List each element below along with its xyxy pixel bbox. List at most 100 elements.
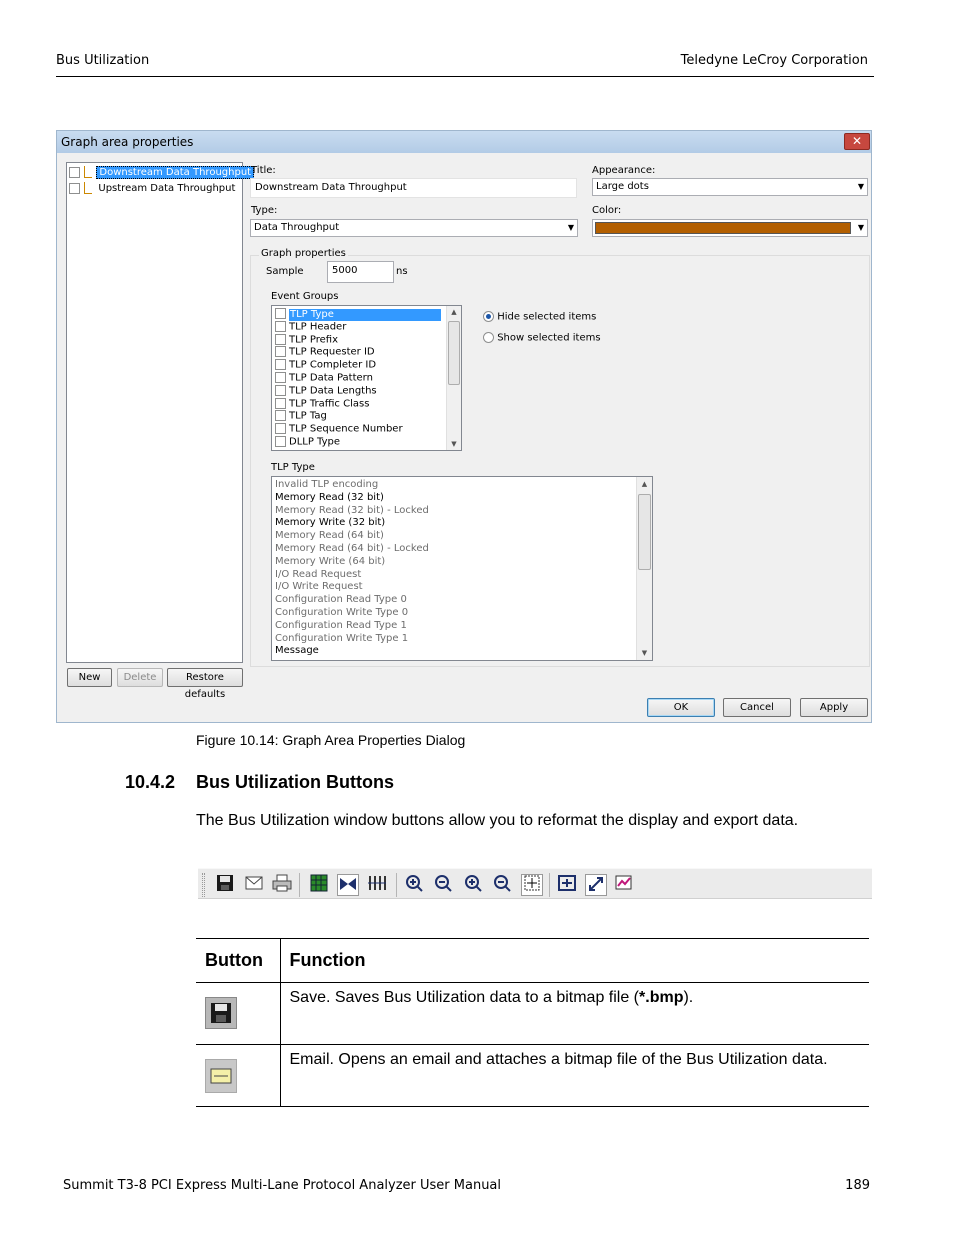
zoom-in-vertical-icon[interactable] (461, 874, 483, 896)
tlp-type-item[interactable]: Configuration Read Type 1 (272, 620, 652, 633)
radio-icon[interactable] (483, 332, 494, 343)
event-group-item[interactable]: DLLP Type (272, 435, 444, 449)
tlp-type-item[interactable]: Memory Read (32 bit) (272, 492, 652, 505)
restore-defaults-button[interactable]: Restore defaults (167, 668, 243, 700)
event-group-item[interactable]: TLP Header (272, 320, 444, 334)
title-input[interactable]: Downstream Data Throughput (250, 178, 577, 198)
tlp-type-item[interactable]: Configuration Write Type 0 (272, 607, 652, 620)
event-group-label: TLP Traffic Class (289, 398, 370, 410)
table-cell-icon (196, 982, 281, 1045)
chevron-down-icon: ▼ (857, 182, 864, 191)
event-group-item[interactable]: TLP Data Lengths (272, 384, 444, 398)
zoom-out-vertical-icon[interactable] (490, 874, 512, 896)
tlp-type-item[interactable]: Invalid TLP encoding (272, 479, 652, 492)
tlp-type-item[interactable]: I/O Read Request (272, 569, 652, 582)
scroll-up-icon[interactable]: ▲ (447, 308, 461, 316)
sample-label: Sample (266, 266, 304, 277)
event-group-checkbox[interactable] (275, 371, 286, 383)
event-group-checkbox[interactable] (275, 320, 286, 332)
expand-icon[interactable] (585, 874, 607, 896)
sample-unit: ns (396, 266, 408, 277)
scroll-down-icon[interactable]: ▼ (447, 440, 461, 448)
cancel-button[interactable]: Cancel (723, 698, 791, 717)
event-group-checkbox[interactable] (275, 346, 286, 358)
graph-list-item[interactable]: Downstream Data Throughput (69, 166, 255, 179)
hide-selected-option[interactable]: Hide selected items (483, 311, 596, 323)
show-selected-option[interactable]: Show selected items (483, 332, 601, 344)
tlp-type-label: TLP Type (271, 462, 315, 473)
scroll-up-icon[interactable]: ▲ (637, 480, 652, 488)
toolbar-separator (549, 873, 550, 897)
radio-selected-icon[interactable] (483, 311, 494, 322)
ok-button[interactable]: OK (647, 698, 715, 717)
type-select[interactable]: Data Throughput ▼ (250, 219, 578, 237)
scroll-thumb[interactable] (448, 321, 460, 385)
tlp-type-item[interactable]: Configuration Write Type 1 (272, 633, 652, 646)
columns-icon[interactable] (366, 874, 388, 896)
fit-icon[interactable] (556, 874, 578, 896)
event-group-checkbox[interactable] (275, 410, 286, 422)
tlp-type-item[interactable]: I/O Write Request (272, 581, 652, 594)
event-groups-scrollbar[interactable]: ▲ ▼ (446, 306, 461, 450)
tlp-type-list: Invalid TLP encoding Memory Read (32 bit)… (271, 476, 653, 661)
graph-list-item[interactable]: Upstream Data Throughput (69, 182, 237, 194)
event-group-item[interactable]: TLP Traffic Class (272, 397, 444, 411)
footer-manual-title: Summit T3-8 PCI Express Multi-Lane Proto… (63, 1178, 502, 1193)
event-group-checkbox[interactable] (275, 397, 286, 409)
print-icon[interactable] (271, 874, 293, 896)
bowtie-icon[interactable] (337, 874, 359, 896)
graph-properties-icon[interactable] (614, 874, 636, 896)
crosshair-icon[interactable] (521, 874, 543, 896)
event-group-item[interactable]: TLP Type (272, 308, 444, 322)
scroll-down-icon[interactable]: ▼ (637, 649, 652, 657)
close-icon[interactable]: ✕ (844, 133, 870, 150)
event-group-checkbox[interactable] (275, 423, 286, 435)
column-header-button: Button (196, 938, 281, 983)
save-icon[interactable] (214, 874, 236, 896)
tlp-type-item[interactable]: Memory Write (32 bit) (272, 517, 652, 530)
event-group-label: TLP Requester ID (289, 346, 375, 358)
graph-checkbox[interactable] (69, 182, 80, 194)
event-group-item[interactable]: TLP Prefix (272, 333, 444, 347)
tlp-type-item[interactable]: Configuration Read Type 0 (272, 594, 652, 607)
tlp-type-scrollbar[interactable]: ▲ ▼ (636, 477, 652, 660)
column-header-function: Function (280, 938, 869, 983)
event-group-checkbox[interactable] (275, 435, 286, 447)
event-group-item[interactable]: TLP Sequence Number (272, 423, 444, 436)
color-label: Color: (592, 205, 622, 216)
grid-icon[interactable] (308, 874, 330, 896)
event-group-item[interactable]: TLP Data Pattern (272, 371, 444, 385)
event-group-label: TLP Completer ID (289, 359, 377, 371)
email-icon[interactable] (243, 874, 265, 896)
tlp-type-item[interactable]: Message (272, 645, 652, 658)
sample-input[interactable]: 5000 (327, 261, 394, 283)
graph-properties-label: Graph properties (259, 248, 348, 259)
event-group-checkbox[interactable] (275, 359, 286, 371)
graph-line-icon (84, 166, 93, 178)
tlp-type-item[interactable]: Memory Read (64 bit) (272, 530, 652, 543)
zoom-in-horizontal-icon[interactable] (403, 874, 425, 896)
event-groups-label: Event Groups (271, 291, 339, 302)
apply-button[interactable]: Apply (800, 698, 868, 717)
color-select[interactable]: ▼ (592, 219, 868, 237)
event-group-checkbox[interactable] (275, 384, 286, 396)
tlp-type-item[interactable]: Memory Read (64 bit) - Locked (272, 543, 652, 556)
new-button[interactable]: New (67, 668, 112, 687)
delete-button[interactable]: Delete (117, 668, 163, 687)
event-group-item[interactable]: TLP Tag (272, 410, 444, 423)
scroll-thumb[interactable] (638, 494, 651, 570)
graph-checkbox[interactable] (69, 166, 80, 178)
event-group-checkbox[interactable] (275, 333, 286, 345)
toolbar-separator (299, 873, 300, 897)
event-group-checkbox[interactable] (275, 308, 286, 319)
type-label: Type: (251, 205, 278, 216)
zoom-out-horizontal-icon[interactable] (432, 874, 454, 896)
page-number: 189 (845, 1178, 870, 1193)
tlp-type-item[interactable]: Memory Write (64 bit) (272, 556, 652, 569)
tlp-type-item[interactable]: Memory Read (32 bit) - Locked (272, 505, 652, 518)
event-group-item[interactable]: TLP Completer ID (272, 359, 444, 372)
event-group-item[interactable]: TLP Requester ID (272, 346, 444, 359)
section-title: Bus Utilization Buttons (196, 772, 394, 792)
appearance-select[interactable]: Large dots ▼ (592, 178, 868, 196)
table-header-row: Button Function (196, 938, 869, 983)
